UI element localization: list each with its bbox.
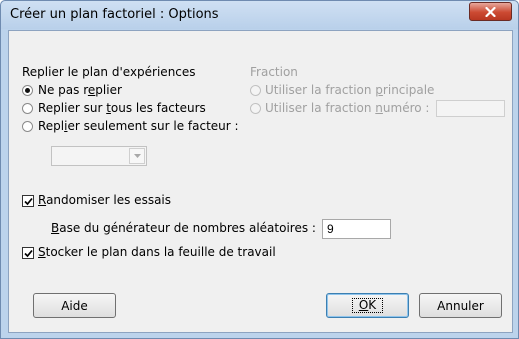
fraction-number-input[interactable]: [436, 100, 505, 117]
radio-replicate-one-factor-circle[interactable]: [22, 121, 33, 132]
title-bar[interactable]: Créer un plan factoriel : Options: [1, 1, 518, 29]
radio-principal-fraction-circle[interactable]: [250, 85, 261, 96]
fraction-group-label: Fraction: [250, 65, 298, 79]
radio-replicate-all-factors-circle[interactable]: [22, 103, 33, 114]
cancel-button[interactable]: Annuler: [419, 293, 502, 318]
store-label: Stocker le plan dans la feuille de trava…: [38, 245, 276, 259]
seed-label: Base du générateur de nombres aléatoires…: [51, 221, 316, 235]
radio-no-replicate-circle[interactable]: [22, 85, 33, 96]
radio-principal-fraction-label: Utiliser la fraction principale: [265, 83, 435, 97]
radio-replicate-all-factors-label: Replier sur tous les facteurs: [38, 101, 206, 115]
radio-no-replicate-label: Ne pas replier: [38, 83, 122, 97]
randomize-checkbox[interactable]: [22, 195, 34, 207]
radio-fraction-number-label: Utiliser la fraction numéro :: [265, 101, 430, 115]
factor-select[interactable]: [51, 146, 147, 166]
ok-button-label: OK: [351, 298, 384, 313]
close-icon: [485, 6, 496, 17]
replicate-group-label: Replier le plan d'expériences: [22, 65, 196, 79]
close-button[interactable]: [469, 2, 512, 21]
checkmark-icon: [24, 197, 33, 206]
factor-select-dropdown-button[interactable]: [129, 148, 145, 164]
chevron-down-icon: [133, 154, 141, 158]
cancel-button-label: Annuler: [437, 298, 484, 313]
randomize-label: Randomiser les essais: [38, 193, 172, 207]
dialog-window: Créer un plan factoriel : Options Replie…: [0, 0, 519, 339]
dialog-content: Replier le plan d'expériences Ne pas rep…: [8, 30, 513, 333]
ok-button[interactable]: OK: [326, 293, 409, 318]
seed-input[interactable]: [322, 219, 391, 239]
store-checkbox[interactable]: [22, 247, 34, 259]
radio-fraction-number-circle[interactable]: [250, 103, 261, 114]
checkmark-icon: [24, 249, 33, 258]
dialog-title: Créer un plan factoriel : Options: [10, 7, 219, 22]
radio-replicate-one-factor-label: Replier seulement sur le facteur :: [38, 119, 239, 133]
help-button[interactable]: Aide: [33, 293, 116, 318]
help-button-label: Aide: [61, 298, 88, 313]
